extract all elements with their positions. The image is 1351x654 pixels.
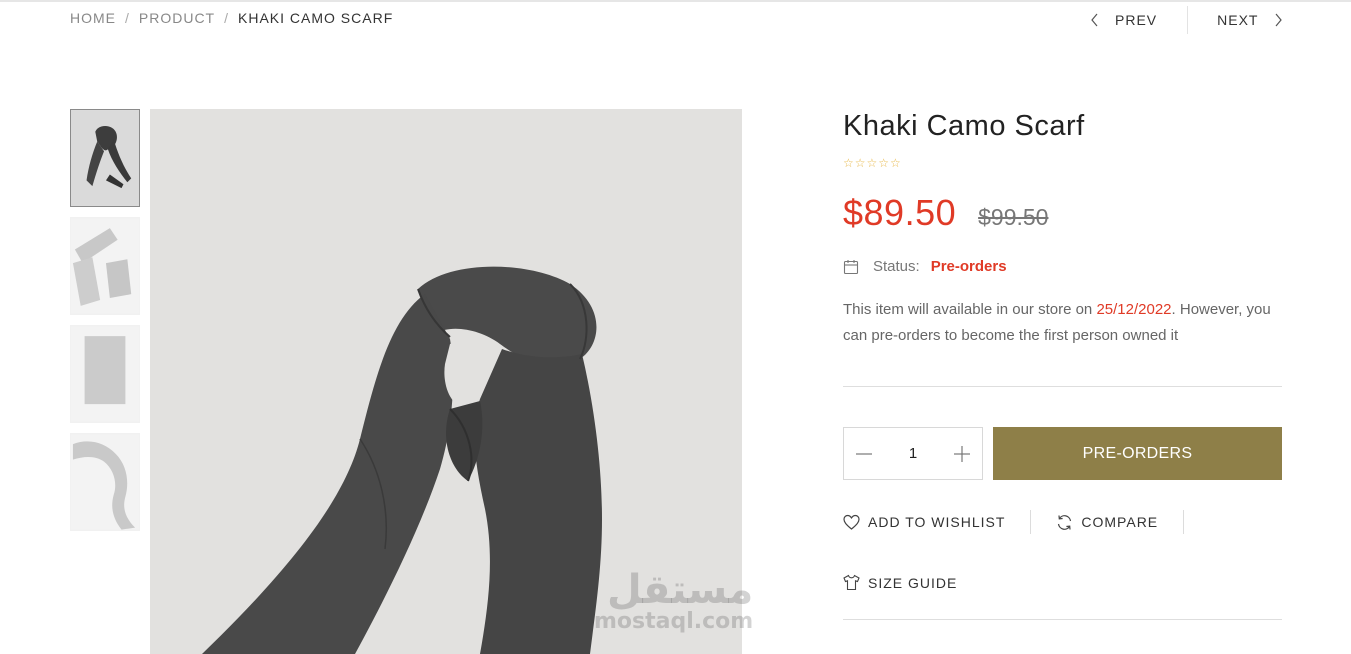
action-divider: [1183, 510, 1185, 534]
plus-icon: [954, 445, 970, 462]
breadcrumb-separator: /: [224, 10, 230, 26]
availability-status: Status: Pre-orders: [843, 258, 1282, 275]
product-title: Khaki Camo Scarf: [843, 110, 1085, 142]
current-price: $89.50: [843, 192, 957, 233]
product-pager: PREV NEXT: [1085, 6, 1284, 34]
compare-button[interactable]: COMPARE: [1056, 514, 1158, 531]
scarf-thumbnail-image: [71, 434, 139, 530]
rating-stars[interactable]: ☆☆☆☆☆: [843, 156, 1282, 170]
thumbnail-2[interactable]: [70, 217, 140, 315]
price-row: $89.50 $99.50: [843, 192, 1282, 234]
next-product-link[interactable]: NEXT: [1188, 12, 1284, 28]
heart-icon: [843, 514, 860, 530]
size-guide-button[interactable]: SIZE GUIDE: [843, 574, 1282, 591]
top-border: [0, 0, 1351, 2]
watermark-arabic: مستقل: [606, 567, 754, 613]
divider: [843, 619, 1282, 620]
status-label: Status:: [873, 258, 920, 275]
shirt-icon: [843, 574, 860, 591]
action-divider: [1030, 510, 1032, 534]
scarf-thumbnail-image: [71, 326, 139, 422]
minus-icon: [856, 452, 872, 455]
thumbnail-list: [70, 109, 140, 541]
watermark-latin: mostaql.com: [594, 609, 754, 634]
thumbnail-1[interactable]: [70, 109, 140, 207]
refresh-icon: [1058, 514, 1072, 530]
decrease-quantity-button[interactable]: [844, 428, 884, 479]
prev-product-link[interactable]: PREV: [1085, 12, 1187, 28]
product-actions: ADD TO WISHLIST COMPARE: [843, 510, 1282, 534]
scarf-thumbnail-image: [71, 218, 139, 314]
breadcrumb-separator: /: [125, 10, 130, 26]
product-info: Khaki Camo Scarf ☆☆☆☆☆ $89.50 $99.50 Sta…: [843, 108, 1282, 620]
quantity-stepper: 1: [843, 427, 983, 480]
preorder-button[interactable]: PRE-ORDERS: [993, 427, 1282, 480]
chevron-left-icon: [1091, 13, 1098, 27]
size-guide-label: SIZE GUIDE: [868, 574, 958, 591]
breadcrumb-product[interactable]: PRODUCT: [139, 10, 215, 26]
thumbnail-3[interactable]: [70, 325, 140, 423]
release-date: 25/12/2022: [1096, 301, 1172, 318]
thumbnail-4[interactable]: [70, 433, 140, 531]
status-value: Pre-orders: [930, 258, 1007, 275]
breadcrumb-home[interactable]: HOME: [70, 10, 116, 26]
description-text: This item will available in our store on: [843, 301, 1097, 318]
wishlist-label: ADD TO WISHLIST: [868, 514, 1006, 530]
scarf-thumbnail-image: [71, 110, 139, 206]
breadcrumb: HOME / PRODUCT / KHAKI CAMO SCARF: [70, 10, 393, 26]
breadcrumb-current: KHAKI CAMO SCARF: [238, 10, 394, 26]
old-price: $99.50: [978, 204, 1049, 230]
divider: [843, 386, 1282, 387]
add-to-wishlist-button[interactable]: ADD TO WISHLIST: [843, 514, 1005, 531]
calendar-icon: [843, 259, 859, 274]
prev-label: PREV: [1115, 12, 1158, 28]
compare-label: COMPARE: [1081, 514, 1159, 530]
buy-row: 1 PRE-ORDERS: [843, 427, 1282, 480]
watermark: مستقل mostaql.com: [594, 570, 753, 634]
chevron-right-icon: [1276, 13, 1283, 27]
next-label: NEXT: [1217, 12, 1259, 28]
quantity-input[interactable]: 1: [884, 445, 942, 462]
increase-quantity-button[interactable]: [942, 428, 982, 479]
preorder-description: This item will available in our store on…: [843, 297, 1273, 349]
